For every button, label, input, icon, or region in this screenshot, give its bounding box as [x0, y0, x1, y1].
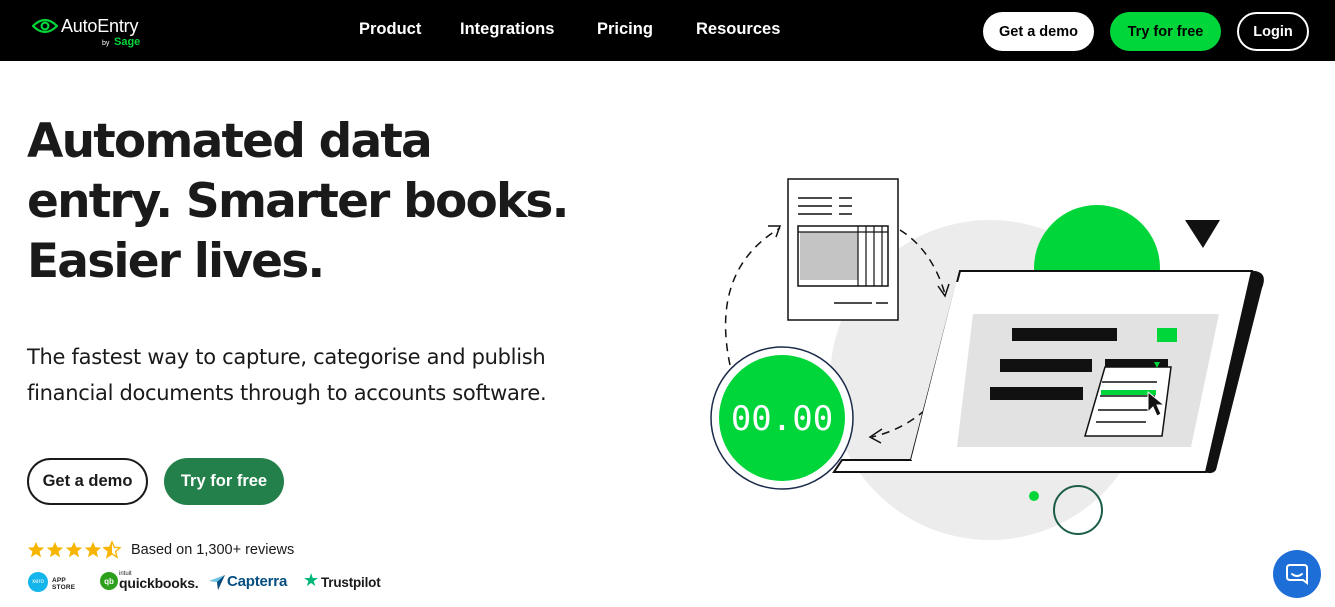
xero-app-store-label: APP STORE [52, 577, 76, 591]
hero-title-line-1: Automated data [27, 114, 433, 169]
trustpilot-star-icon: ★ [303, 570, 320, 591]
chat-launcher-button[interactable] [1273, 550, 1321, 598]
eye-logo-icon [32, 18, 58, 34]
hero-illustration: 00.00 [710, 178, 1264, 540]
quickbooks-label: quickbooks. [119, 575, 199, 591]
star-rating [27, 541, 121, 559]
hero-try-free-button[interactable]: Try for free [164, 458, 284, 505]
quickbooks-logo-icon: qb [100, 572, 118, 590]
dashed-arrow-left [724, 227, 781, 366]
invoice-document [787, 178, 899, 321]
counter-circle: 00.00 [710, 346, 854, 490]
capterra-logo-icon [209, 575, 225, 590]
trustpilot-label: Trustpilot [321, 575, 381, 590]
nav-link-resources[interactable]: Resources [696, 20, 780, 39]
review-count-text: Based on 1,300+ reviews [131, 542, 295, 558]
nav-link-product[interactable]: Product [359, 20, 421, 39]
logo-by-text: by [102, 40, 110, 47]
triangle-shape [1185, 220, 1220, 248]
hero-title-line-2: entry. Smarter books. [27, 174, 569, 229]
nav-login-button[interactable]: Login [1237, 12, 1309, 51]
small-green-dot [1029, 491, 1039, 501]
xero-logo-icon: xero [28, 572, 48, 592]
nav-link-pricing[interactable]: Pricing [597, 20, 653, 39]
hero-title-line-3: Easier lives. [27, 234, 325, 289]
nav-get-demo-button[interactable]: Get a demo [983, 12, 1094, 51]
star-full-icon [84, 541, 102, 558]
hero-subtitle: The fastest way to capture, categorise a… [27, 339, 607, 411]
chat-bubble-icon [1286, 564, 1308, 585]
sage-wordmark: Sage [114, 36, 141, 48]
star-full-icon [46, 541, 64, 558]
star-full-icon [65, 541, 83, 558]
top-navigation: AutoEntry by Sage Product Integrations P… [0, 0, 1335, 61]
star-full-icon [27, 541, 45, 558]
autoentry-logo[interactable]: AutoEntry by Sage [32, 14, 162, 54]
star-half-icon [103, 541, 121, 559]
hero-get-demo-button[interactable]: Get a demo [27, 458, 148, 505]
logo-wordmark: AutoEntry [61, 16, 139, 36]
hero-subtitle-line-1: The fastest way to capture, categorise a… [27, 345, 546, 369]
counter-value: 00.00 [731, 399, 833, 439]
nav-try-free-button[interactable]: Try for free [1110, 12, 1221, 51]
hero-subtitle-line-2: financial documents through to accounts … [27, 381, 547, 405]
capterra-label: Capterra [227, 573, 288, 590]
hero-title: Automated data entry. Smarter books. Eas… [27, 112, 627, 292]
nav-link-integrations[interactable]: Integrations [460, 20, 554, 39]
